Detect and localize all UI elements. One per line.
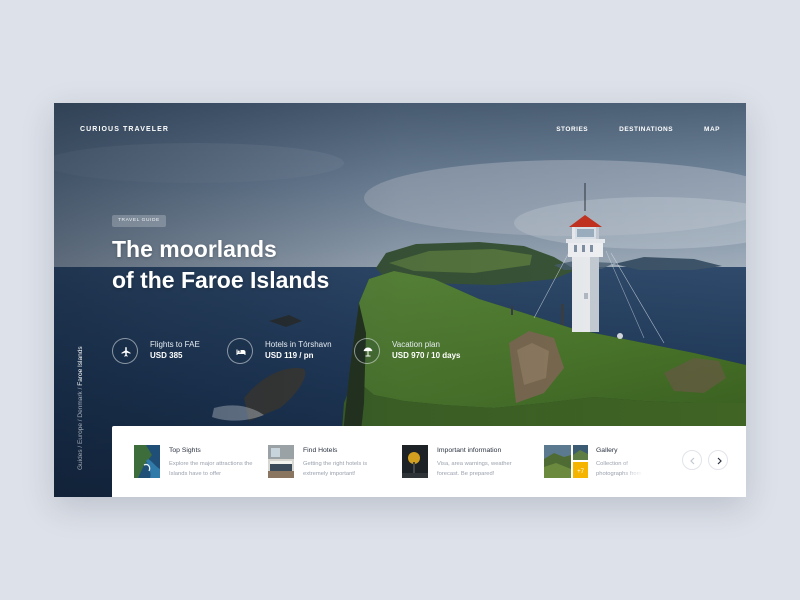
card-title: Important information — [437, 447, 502, 454]
stat-label: Hotels in Tórshavn — [265, 340, 332, 349]
card-description: Explore the major attractions the Island… — [169, 461, 253, 477]
chevron-right-icon — [717, 457, 722, 465]
card-description: Visa, area warnings, weather forecast. B… — [437, 461, 512, 477]
brand-logo[interactable]: CURIOUS TRAVELER — [80, 126, 169, 133]
chevron-left-icon — [690, 457, 695, 465]
card-top-sights[interactable]: Top Sights Explore the major attractions… — [134, 445, 259, 479]
card-find-hotels[interactable]: Find Hotels Getting the right hotels is … — [268, 445, 393, 479]
card-important-information[interactable]: Important information Visa, area warning… — [402, 445, 532, 479]
main-nav: STORIES DESTINATIONS MAP — [525, 126, 720, 133]
stat-label: Vacation plan — [392, 340, 440, 349]
top-navigation: CURIOUS TRAVELER STORIES DESTINATIONS MA… — [80, 126, 720, 140]
breadcrumb-separator: / — [77, 385, 84, 392]
breadcrumb-separator: / — [77, 417, 84, 423]
stat-flights[interactable]: Flights to FAE USD 385 — [112, 338, 224, 366]
breadcrumb: Guides / Europe / Denmark / Faroe Island… — [77, 346, 84, 470]
page-title: The moorlands of the Faroe Islands — [112, 234, 329, 296]
beach-umbrella-icon — [354, 338, 380, 364]
card-gallery[interactable]: +7 Gallery Collection of photographs fro… — [544, 445, 644, 479]
card-title: Find Hotels — [303, 447, 338, 454]
breadcrumb-item-denmark[interactable]: Denmark — [77, 391, 84, 417]
airplane-icon — [112, 338, 138, 364]
stat-vacation-plan[interactable]: Vacation plan USD 970 / 10 days — [354, 338, 484, 366]
stat-value: USD 970 / 10 days — [392, 351, 461, 360]
stat-label: Flights to FAE — [150, 340, 200, 349]
nav-link-destinations[interactable]: DESTINATIONS — [619, 126, 673, 133]
nav-link-map[interactable]: MAP — [704, 126, 720, 133]
card-title: Gallery — [596, 447, 618, 454]
carousel-prev-button[interactable] — [682, 450, 702, 470]
card-description: Getting the right hotels is extremely im… — [303, 461, 368, 477]
breadcrumb-item-europe[interactable]: Europe — [77, 423, 84, 444]
nav-link-stories[interactable]: STORIES — [556, 126, 588, 133]
stat-value: USD 119 / pn — [265, 351, 314, 360]
card-thumbnail-coast-aerial — [134, 445, 160, 478]
hero-frame: CURIOUS TRAVELER STORIES DESTINATIONS MA… — [54, 103, 746, 497]
card-thumbnail-night-sign — [402, 445, 428, 478]
gallery-more-count: +7 — [577, 469, 585, 475]
breadcrumb-current-faroe-islands: Faroe Islands — [77, 346, 84, 386]
card-thumbnail-hotel-room — [268, 445, 294, 478]
breadcrumb-item-guides[interactable]: Guides — [77, 449, 84, 470]
card-thumbnail-gallery: +7 — [544, 445, 588, 478]
breadcrumb-separator: / — [77, 443, 84, 450]
category-tag[interactable]: TRAVEL GUIDE — [112, 215, 166, 227]
page-title-line-1: The moorlands — [112, 236, 277, 262]
carousel-next-button[interactable] — [708, 450, 728, 470]
card-title: Top Sights — [169, 447, 201, 454]
guide-cards-panel: Top Sights Explore the major attractions… — [112, 426, 746, 497]
bed-icon — [227, 338, 253, 364]
stat-value: USD 385 — [150, 351, 183, 360]
page-title-line-2: of the Faroe Islands — [112, 267, 330, 293]
card-description: Collection of photographs from our autho… — [596, 461, 642, 477]
stat-hotels[interactable]: Hotels in Tórshavn USD 119 / pn — [227, 338, 342, 366]
